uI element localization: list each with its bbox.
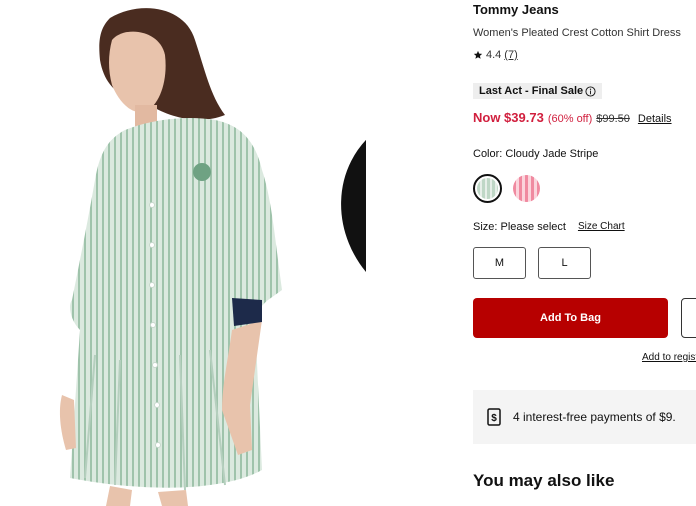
info-circle-icon[interactable]: [585, 85, 596, 97]
product-title: Women's Pleated Crest Cotton Shirt Dress: [473, 27, 681, 39]
final-sale-badge: Last Act - Final Sale: [473, 83, 603, 99]
heart-outline-icon: [341, 140, 366, 272]
price-row: Now $39.73 (60% off) $99.50 Details: [473, 110, 672, 125]
installment-text: 4 interest-free payments of $9.: [513, 410, 676, 424]
star-icon: [473, 50, 483, 59]
swatch-pink-stripe[interactable]: [513, 175, 540, 202]
product-rating[interactable]: 4.4 (7): [473, 49, 518, 61]
percent-off: (60% off): [547, 113, 593, 125]
product-info-panel: Tommy Jeans Women's Pleated Crest Cotton…: [473, 0, 696, 506]
secondary-action-button[interactable]: [681, 298, 696, 338]
rating-value: 4.4: [486, 49, 502, 61]
review-count-link[interactable]: (7): [504, 49, 517, 61]
size-chart-link[interactable]: Size Chart: [578, 221, 625, 233]
final-sale-label: Last Act - Final Sale: [479, 85, 584, 97]
brand-link[interactable]: Tommy Jeans: [473, 2, 559, 17]
add-to-registry-link[interactable]: Add to registry: [642, 352, 696, 363]
add-to-bag-button[interactable]: Add To Bag: [473, 298, 668, 338]
recommendations-heading: You may also like: [473, 471, 615, 490]
size-label-row: Size: Please select Size Chart: [473, 221, 625, 233]
dollar-receipt-icon: $: [487, 408, 501, 426]
size-label: Size: Please select: [473, 221, 566, 233]
product-photo-illustration: [59, 8, 282, 506]
original-price: $99.50: [596, 113, 630, 125]
favorite-button[interactable]: [331, 9, 366, 272]
sale-price: Now $39.73: [473, 110, 544, 125]
installment-payments-banner[interactable]: $ 4 interest-free payments of $9.: [473, 390, 696, 444]
color-label: Color: Cloudy Jade Stripe: [473, 148, 599, 160]
product-image[interactable]: [0, 0, 366, 506]
swatch-cloudy-jade-stripe[interactable]: [473, 174, 502, 203]
size-option-l[interactable]: L: [538, 247, 591, 279]
svg-text:$: $: [491, 413, 497, 424]
price-details-link[interactable]: Details: [638, 113, 672, 125]
size-option-m[interactable]: M: [473, 247, 526, 279]
